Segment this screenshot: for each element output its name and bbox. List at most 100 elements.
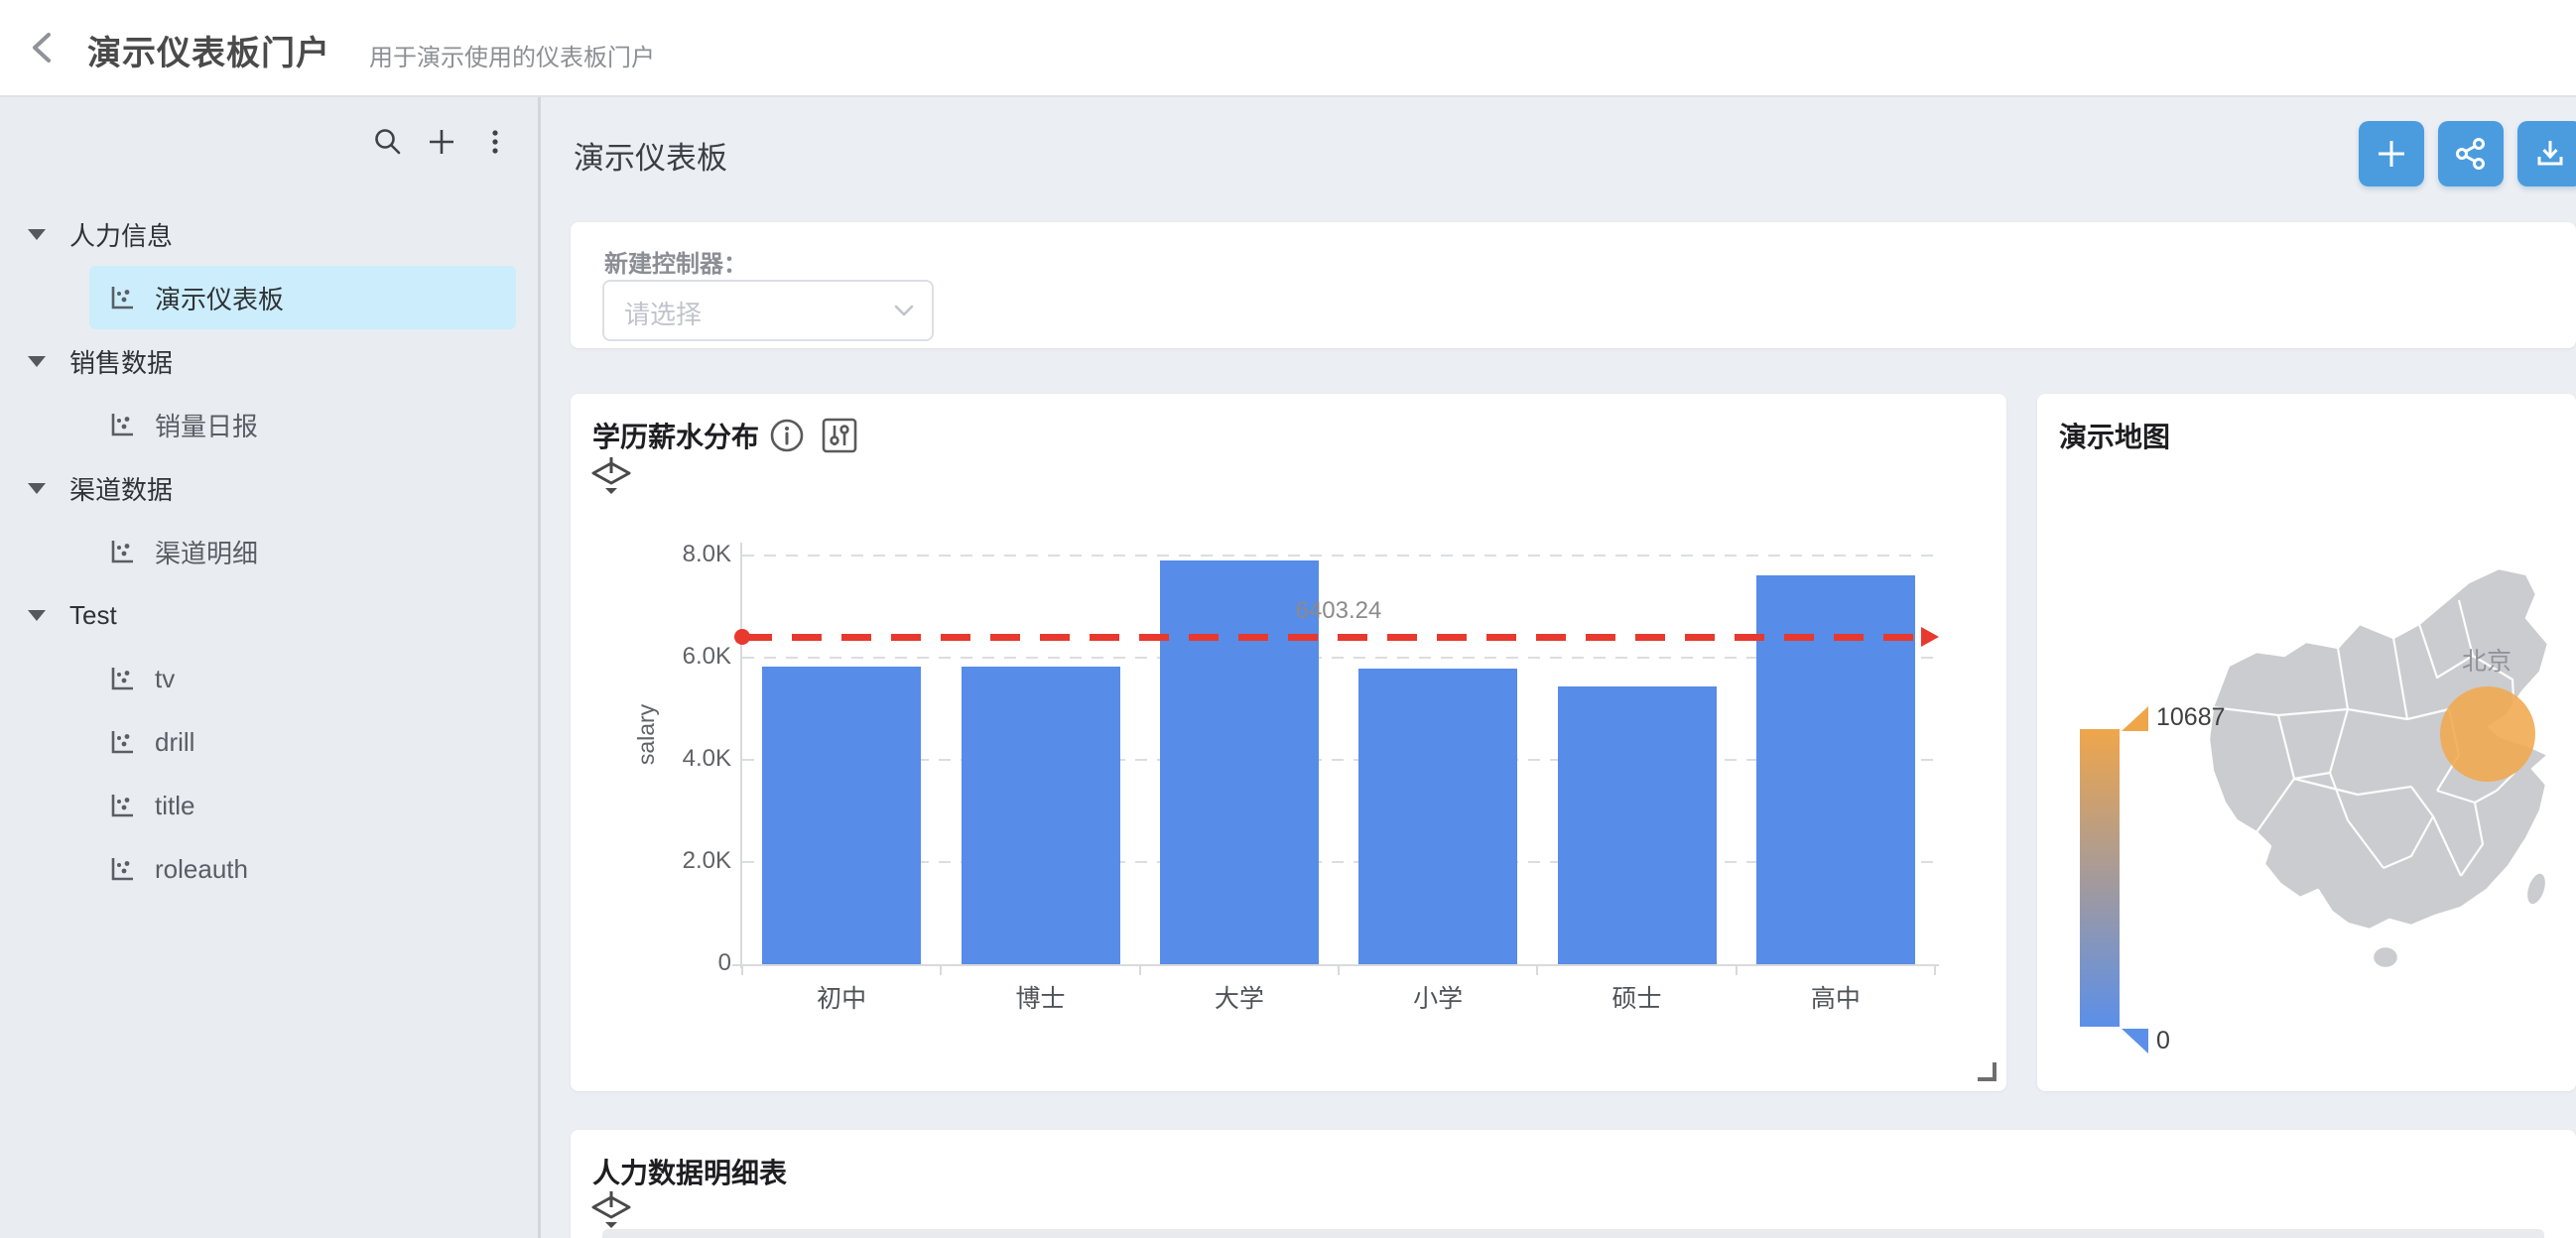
tree-item-label: 渠道明细 (155, 534, 258, 570)
chart-icon (107, 537, 137, 566)
table-header-row (602, 1229, 2544, 1238)
back-icon[interactable] (24, 28, 64, 67)
plus-icon[interactable] (427, 127, 456, 157)
drill-down-icon[interactable] (588, 455, 634, 497)
chart-icon (107, 410, 137, 439)
tree-group-label: 人力信息 (69, 216, 173, 253)
controller-panel: 新建控制器： 请选择 (571, 222, 2576, 348)
bar-小学[interactable] (1358, 669, 1517, 964)
threshold-arrow (1921, 627, 1939, 647)
tree-item-highlight (89, 837, 516, 901)
chart-icon (107, 854, 137, 884)
y-tick-label: 4.0K (666, 745, 731, 773)
x-axis-tick (1139, 966, 1141, 975)
drill-down-icon[interactable] (588, 1189, 634, 1231)
chart-icon (107, 791, 137, 820)
tree-group-人力信息[interactable]: 人力信息 (0, 202, 538, 266)
controller-select-placeholder: 请选择 (624, 295, 702, 331)
chevron-down-icon (892, 299, 916, 322)
chart-title: 学历薪水分布 (592, 416, 759, 455)
tree-group-label: 销售数据 (69, 343, 173, 380)
bar-博士[interactable] (962, 667, 1120, 964)
legend-max-marker (2122, 706, 2148, 731)
tree-item-演示仪表板[interactable]: 演示仪表板 (0, 266, 538, 329)
city-label: 北京 (2462, 642, 2512, 678)
china-map[interactable] (2199, 560, 2576, 977)
x-category-label: 大学 (1140, 979, 1339, 1015)
share-button[interactable] (2438, 121, 2504, 186)
bar-硕士[interactable] (1558, 686, 1717, 964)
table-card-title: 人力数据明细表 (592, 1152, 787, 1191)
map-legend-gradient (2080, 729, 2120, 1027)
tree-item-highlight (89, 774, 516, 837)
x-category-label: 博士 (941, 979, 1139, 1015)
kebab-menu-icon[interactable] (480, 127, 510, 157)
caret-down-icon (28, 610, 46, 621)
download-button[interactable] (2517, 121, 2576, 186)
search-icon[interactable] (373, 127, 403, 157)
tree-item-label: tv (155, 664, 175, 694)
chart-icon (107, 664, 137, 693)
tree-item-highlight (89, 520, 516, 583)
tree-item-highlight (89, 393, 516, 456)
y-tick-label: 8.0K (666, 541, 731, 568)
x-axis-line (732, 964, 1939, 966)
controller-label: 新建控制器： (604, 244, 747, 279)
threshold-value-label: 6403.24 (742, 597, 1935, 625)
legend-min-value: 0 (2156, 1027, 2170, 1055)
caret-down-icon (28, 483, 46, 494)
main-content: 演示仪表板 新建控制器： 请选择 (541, 97, 2576, 1238)
tree-group-label: 渠道数据 (69, 470, 173, 507)
legend-max-value: 10687 (2156, 703, 2226, 732)
beijing-bubble (2440, 686, 2535, 782)
tree-group-Test[interactable]: Test (0, 583, 538, 647)
tree-group-销售数据[interactable]: 销售数据 (0, 329, 538, 393)
map-card: 演示地图 (2037, 394, 2576, 1091)
threshold-line (742, 634, 1925, 641)
x-axis-tick (1736, 966, 1738, 975)
tree-item-label: 销量日报 (155, 407, 258, 443)
filter-sliders-icon[interactable] (821, 417, 858, 454)
controller-select[interactable]: 请选择 (602, 280, 934, 341)
dashboard-tree: 人力信息演示仪表板销售数据销量日报渠道数据渠道明细 Test tv drill titl… (0, 202, 538, 901)
x-axis-tick (1536, 966, 1538, 975)
tree-item-label: roleauth (155, 854, 248, 885)
x-category-label: 小学 (1339, 979, 1537, 1015)
sidebar: 人力信息演示仪表板销售数据销量日报渠道数据渠道明细 Test tv drill titl… (0, 97, 541, 1238)
tree-group-label: Test (69, 600, 117, 631)
chart-icon (107, 727, 137, 757)
threshold-dot (734, 629, 750, 645)
tree-group-渠道数据[interactable]: 渠道数据 (0, 456, 538, 520)
tree-item-highlight (89, 647, 516, 710)
x-category-label: 高中 (1737, 979, 1935, 1015)
tree-item-label: drill (155, 727, 194, 758)
bar-chart-card: 学历薪水分布 salary 02.0K4.0K6.0K8.0K初中博士大学小学硕… (571, 394, 2006, 1091)
x-category-label: 硕士 (1537, 979, 1736, 1015)
resize-handle[interactable] (1978, 1062, 1996, 1081)
y-tick-label: 0 (666, 949, 731, 977)
tree-item-title[interactable]: title (0, 774, 538, 837)
tree-item-drill[interactable]: drill (0, 710, 538, 774)
tree-item-label: title (155, 791, 194, 821)
table-card: 人力数据明细表 (571, 1130, 2576, 1238)
info-icon[interactable] (769, 418, 805, 453)
app-window: 演示仪表板门户 用于演示使用的仪表板门户 人力信息演示仪表板销售数据销量日报渠道… (0, 0, 2576, 1238)
tree-item-roleauth[interactable]: roleauth (0, 837, 538, 901)
bar-初中[interactable] (762, 667, 921, 964)
caret-down-icon (28, 356, 46, 367)
x-axis-tick (741, 966, 743, 975)
add-panel-button[interactable] (2359, 121, 2424, 186)
caret-down-icon (28, 229, 46, 240)
portal-subtitle: 用于演示使用的仪表板门户 (369, 38, 655, 72)
y-tick-label: 2.0K (666, 847, 731, 875)
portal-title: 演示仪表板门户 (87, 26, 330, 74)
legend-min-marker (2122, 1029, 2148, 1053)
y-axis-label: salary (633, 704, 660, 765)
tree-item-销量日报[interactable]: 销量日报 (0, 393, 538, 456)
chart-icon (107, 283, 137, 312)
tree-item-highlight (89, 266, 516, 329)
portal-header: 演示仪表板门户 用于演示使用的仪表板门户 (0, 0, 2576, 97)
tree-item-tv[interactable]: tv (0, 647, 538, 710)
tree-item-渠道明细[interactable]: 渠道明细 (0, 520, 538, 583)
x-axis-tick (1338, 966, 1340, 975)
